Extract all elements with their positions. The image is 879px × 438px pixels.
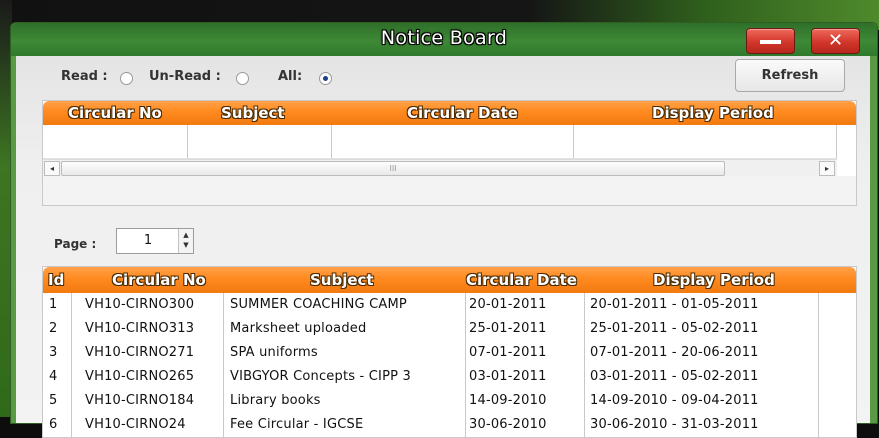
- grid-divider: [331, 125, 332, 159]
- page-label: Page :: [54, 237, 97, 251]
- cell-id: 5: [49, 393, 58, 408]
- column-header-display-period[interactable]: Display Period: [653, 271, 775, 289]
- grid-divider: [836, 125, 837, 159]
- table-row[interactable]: 2 VH10-CIRNO313 Marksheet uploaded 25-01…: [43, 317, 819, 341]
- column-header-subject[interactable]: Subject: [310, 271, 374, 289]
- unread-radio[interactable]: [236, 72, 249, 85]
- grid-divider: [187, 125, 188, 159]
- cell-id: 1: [49, 297, 58, 312]
- column-header-circular-date[interactable]: Circular Date: [407, 104, 518, 122]
- notice-board-window: Notice Board ✕ Read : Un-Read : All: Ref…: [10, 22, 878, 438]
- cell-circular-no: VH10-CIRNO271: [85, 345, 195, 360]
- column-header-circular-no[interactable]: Circular No: [68, 104, 162, 122]
- close-icon: ✕: [827, 30, 844, 51]
- title-bar[interactable]: Notice Board ✕: [11, 23, 877, 56]
- cell-circular-date: 25-01-2011: [469, 321, 547, 336]
- cell-subject: VIBGYOR Concepts - CIPP 3: [230, 369, 411, 384]
- cell-id: 2: [49, 321, 58, 336]
- cell-circular-date: 14-09-2010: [469, 393, 547, 408]
- circulars-grid: Id Circular No Subject Circular Date Dis…: [42, 266, 857, 438]
- grid-header: Circular No Subject Circular Date Displa…: [43, 101, 856, 125]
- grid-divider: [573, 125, 574, 159]
- cell-display-period: 07-01-2011 - 20-06-2011: [590, 345, 759, 360]
- window-content: Read : Un-Read : All: Refresh Circular N…: [16, 56, 870, 438]
- table-row[interactable]: 5 VH10-CIRNO184 Library books 14-09-2010…: [43, 389, 819, 413]
- grid-footer: [43, 176, 856, 205]
- table-row[interactable]: 4 VH10-CIRNO265 VIBGYOR Concepts - CIPP …: [43, 365, 819, 389]
- minimize-button[interactable]: [746, 28, 795, 54]
- scroll-left-icon[interactable]: ◂: [44, 161, 60, 176]
- cell-display-period: 25-01-2011 - 05-02-2011: [590, 321, 759, 336]
- column-header-id[interactable]: Id: [48, 271, 64, 289]
- cell-circular-no: VH10-CIRNO24: [85, 417, 186, 432]
- refresh-button[interactable]: Refresh: [735, 59, 845, 92]
- grid-header: Id Circular No Subject Circular Date Dis…: [43, 267, 856, 293]
- cell-id: 4: [49, 369, 58, 384]
- spin-up-icon[interactable]: ▲: [179, 231, 193, 239]
- scrollbar-thumb[interactable]: III: [61, 161, 725, 176]
- cell-display-period: 14-09-2010 - 09-04-2011: [590, 393, 759, 408]
- cell-subject: SUMMER COACHING CAMP: [230, 297, 407, 312]
- read-circulars-grid: Circular No Subject Circular Date Displa…: [42, 100, 857, 206]
- cell-circular-no: VH10-CIRNO184: [85, 393, 195, 408]
- cell-circular-date: 20-01-2011: [469, 297, 547, 312]
- cell-display-period: 30-06-2010 - 31-03-2011: [590, 417, 759, 432]
- cell-circular-no: VH10-CIRNO313: [85, 321, 195, 336]
- cell-circular-date: 03-01-2011: [469, 369, 547, 384]
- cell-display-period: 03-01-2011 - 05-02-2011: [590, 369, 759, 384]
- column-header-circular-date[interactable]: Circular Date: [466, 271, 577, 289]
- column-header-display-period[interactable]: Display Period: [652, 104, 774, 122]
- spin-down-icon[interactable]: ▼: [179, 241, 193, 249]
- cell-circular-no: VH10-CIRNO265: [85, 369, 195, 384]
- cell-subject: SPA uniforms: [230, 345, 318, 360]
- minimize-icon: [760, 40, 781, 44]
- cell-id: 6: [49, 417, 58, 432]
- cell-id: 3: [49, 345, 58, 360]
- scroll-right-icon[interactable]: ▸: [819, 161, 835, 176]
- close-button[interactable]: ✕: [811, 28, 860, 54]
- cell-circular-date: 07-01-2011: [469, 345, 547, 360]
- all-radio[interactable]: [319, 72, 332, 85]
- cell-circular-no: VH10-CIRNO300: [85, 297, 195, 312]
- table-row[interactable]: 3 VH10-CIRNO271 SPA uniforms 07-01-2011 …: [43, 341, 819, 365]
- column-header-circular-no[interactable]: Circular No: [112, 271, 206, 289]
- unread-filter-label: Un-Read :: [149, 69, 221, 84]
- cell-subject: Marksheet uploaded: [230, 321, 367, 336]
- cell-subject: Fee Circular - IGCSE: [230, 417, 364, 432]
- cell-subject: Library books: [230, 393, 321, 408]
- cell-display-period: 20-01-2011 - 01-05-2011: [590, 297, 759, 312]
- all-filter-label: All:: [278, 69, 303, 84]
- cell-circular-date: 30-06-2010: [469, 417, 547, 432]
- spinner-buttons: ▲ ▼: [178, 229, 193, 253]
- page-number-value[interactable]: 1: [117, 233, 179, 248]
- column-header-subject[interactable]: Subject: [221, 104, 285, 122]
- page-spinner[interactable]: 1 ▲ ▼: [116, 228, 194, 254]
- horizontal-scrollbar[interactable]: ◂ III ▸: [43, 159, 837, 176]
- read-filter-label: Read :: [61, 69, 108, 84]
- read-radio[interactable]: [120, 72, 133, 85]
- table-row[interactable]: 1 VH10-CIRNO300 SUMMER COACHING CAMP 20-…: [43, 293, 819, 317]
